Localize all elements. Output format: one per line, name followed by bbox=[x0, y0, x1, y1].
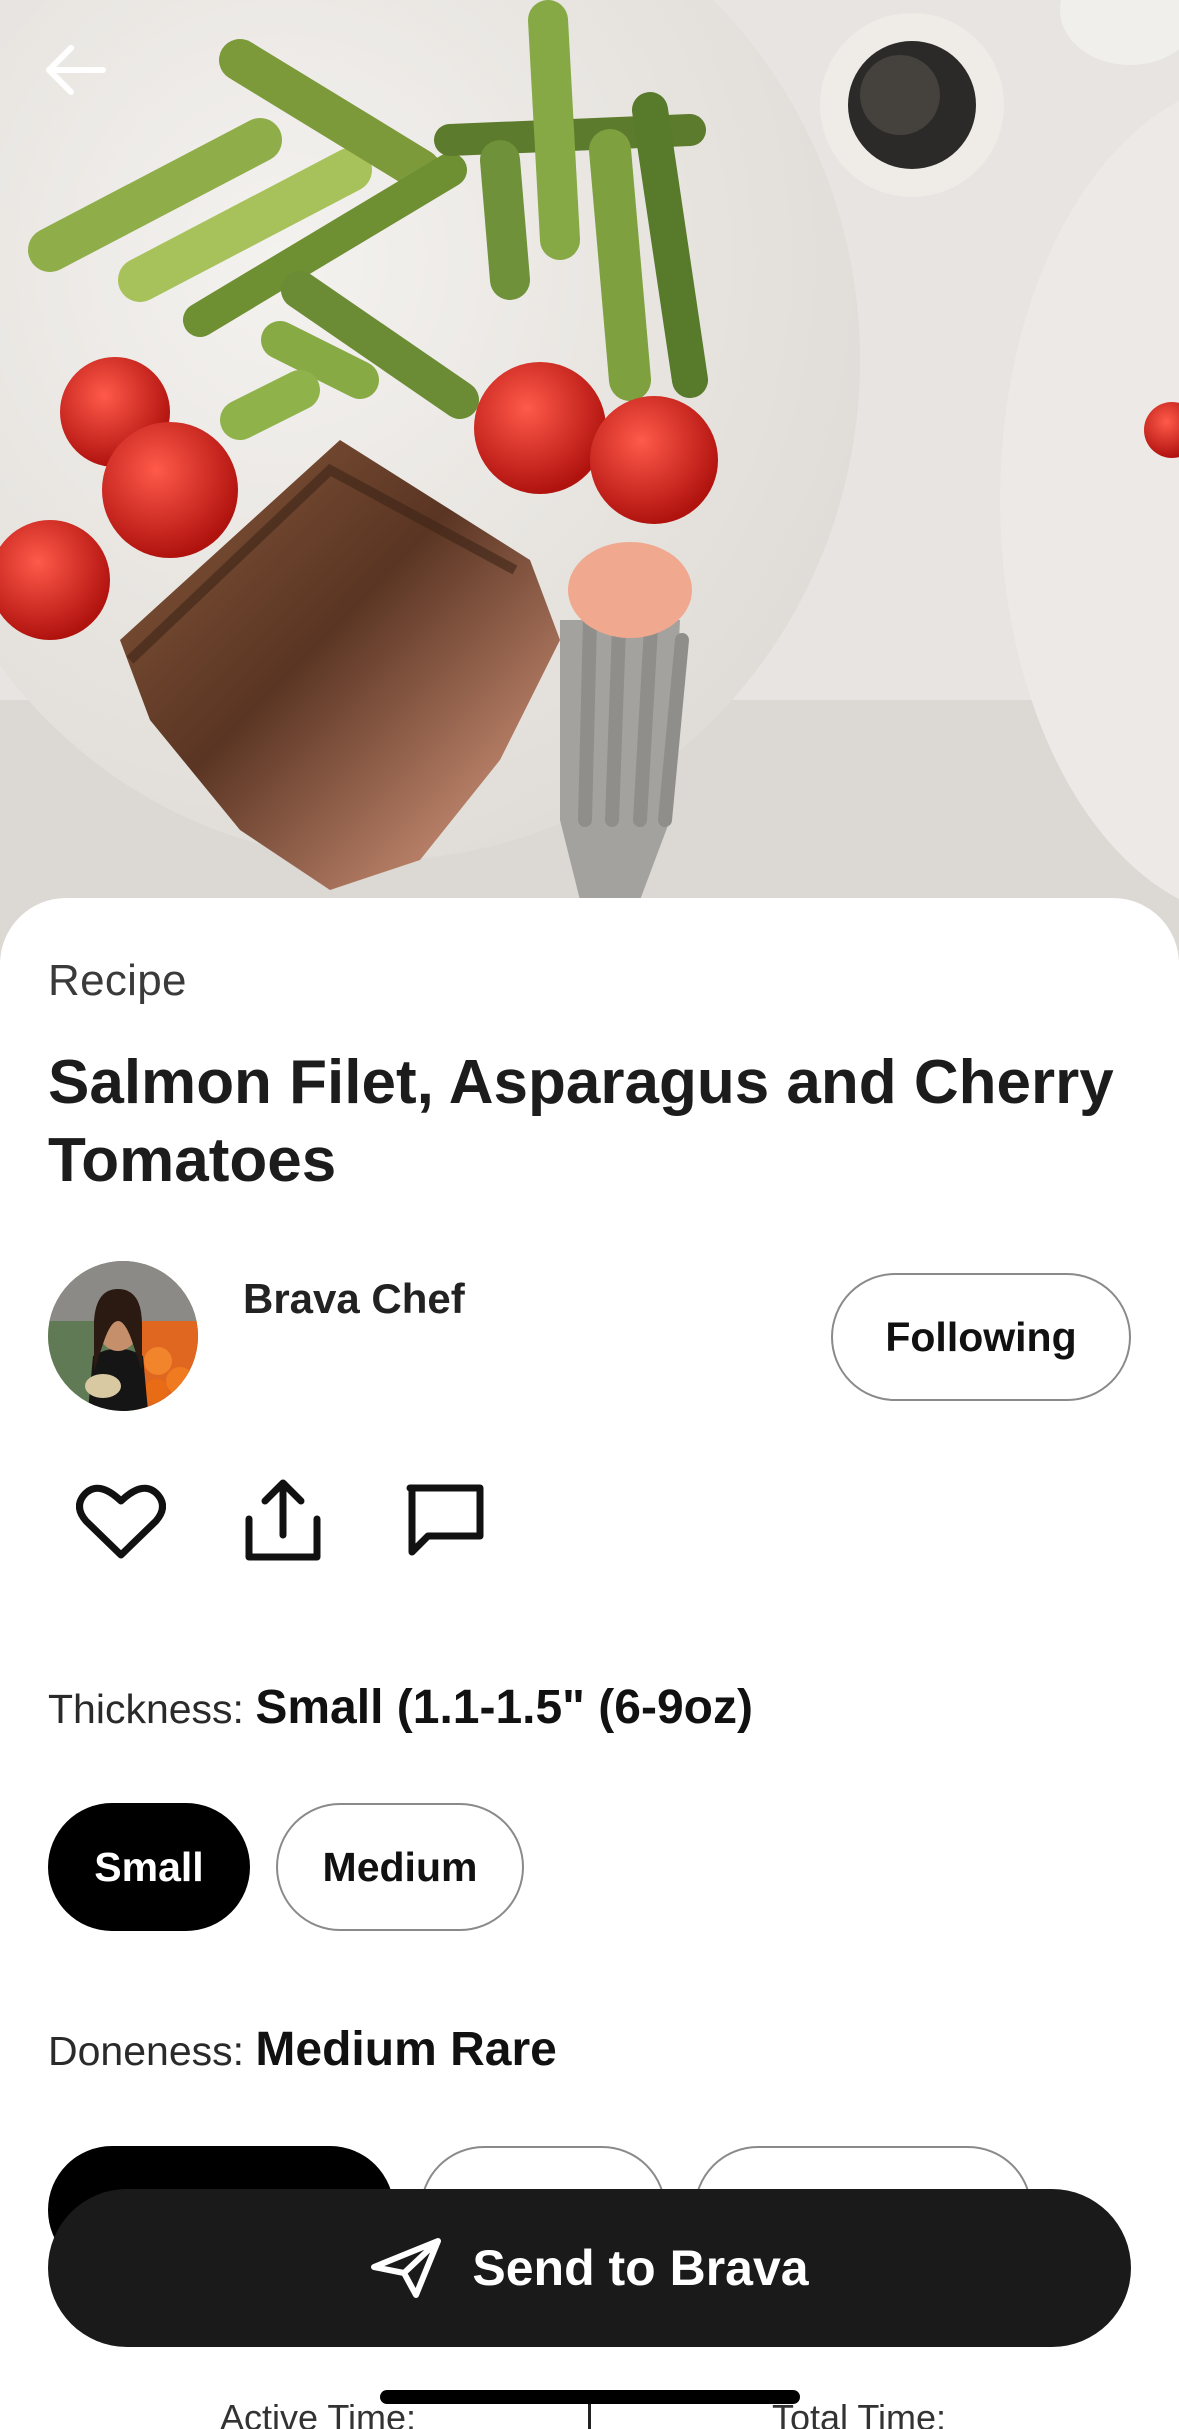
comment-button[interactable] bbox=[390, 1466, 500, 1576]
action-bar bbox=[48, 1466, 548, 1576]
author-name[interactable]: Brava Chef bbox=[243, 1275, 465, 1323]
comment-icon bbox=[406, 1484, 484, 1556]
doneness-label: Doneness: bbox=[48, 2028, 245, 2074]
thickness-value: Small (1.1-1.5" (6-9oz) bbox=[255, 1681, 753, 1734]
heart-icon bbox=[76, 1484, 166, 1559]
thickness-option-medium[interactable]: Medium bbox=[276, 1803, 524, 1931]
send-to-brava-button[interactable]: Send to Brava bbox=[48, 2189, 1131, 2347]
thickness-label-row: Thickness: Small (1.1-1.5" (6-9oz) bbox=[48, 1680, 753, 1735]
total-time-label: Total Time: bbox=[772, 2397, 947, 2429]
author-avatar[interactable] bbox=[48, 1261, 198, 1411]
doneness-label-row: Doneness: Medium Rare bbox=[48, 2022, 557, 2077]
like-button[interactable] bbox=[66, 1466, 176, 1576]
recipe-title: Salmon Filet, Asparagus and Cherry Tomat… bbox=[48, 1048, 1114, 1195]
recipe-sheet: Recipe Salmon Filet, Asparagus and Cherr… bbox=[0, 898, 1179, 2429]
send-button-label: Send to Brava bbox=[472, 2240, 809, 2296]
author-row: Brava Chef Following bbox=[48, 1261, 1131, 1413]
paper-plane-icon bbox=[371, 2238, 442, 2298]
recipe-kind-label: Recipe bbox=[48, 956, 187, 1005]
share-button[interactable] bbox=[228, 1466, 338, 1576]
thickness-option-small[interactable]: Small bbox=[48, 1803, 250, 1931]
thickness-label: Thickness: bbox=[48, 1686, 244, 1732]
home-indicator[interactable] bbox=[380, 2390, 800, 2404]
share-icon bbox=[245, 1479, 321, 1561]
hero-image bbox=[0, 0, 1179, 960]
doneness-value: Medium Rare bbox=[255, 2023, 557, 2076]
back-button[interactable] bbox=[30, 30, 120, 110]
arrow-left-icon bbox=[46, 45, 106, 95]
following-button[interactable]: Following bbox=[831, 1273, 1131, 1401]
